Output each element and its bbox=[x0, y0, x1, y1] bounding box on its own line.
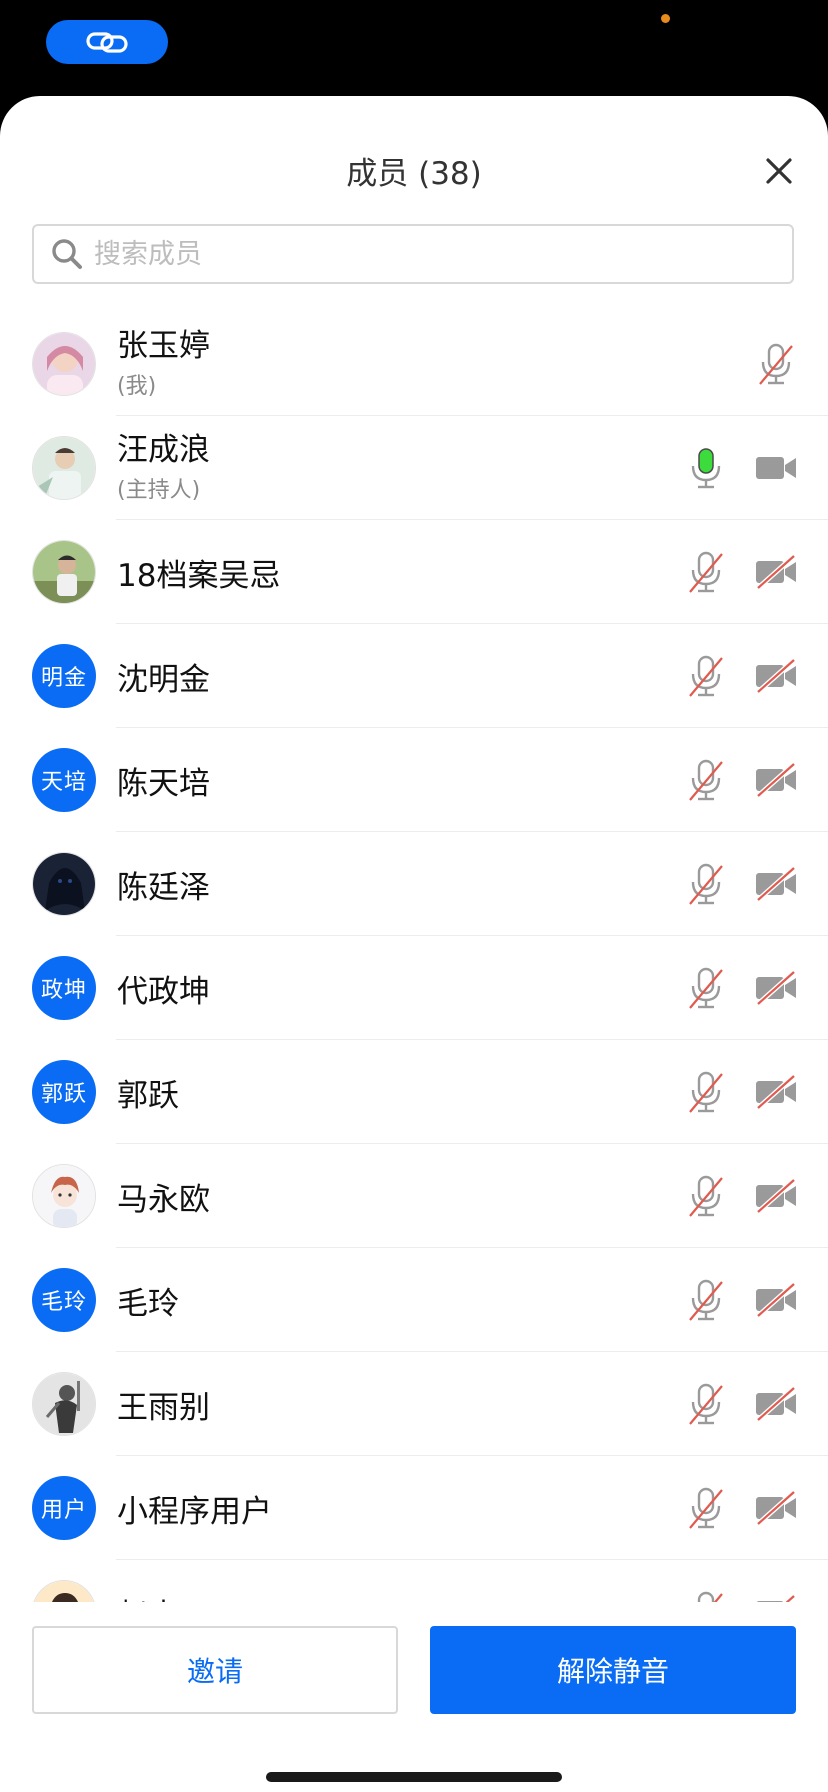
avatar bbox=[32, 1372, 96, 1436]
privacy-indicator-dot bbox=[661, 14, 670, 23]
member-row[interactable]: 天培 陈天培 bbox=[0, 728, 828, 832]
camera-off-icon[interactable] bbox=[752, 652, 800, 700]
link-icon bbox=[86, 32, 128, 53]
member-name: 陈廷泽 bbox=[117, 870, 210, 906]
camera-off-icon[interactable] bbox=[752, 1380, 800, 1428]
invite-button[interactable]: 邀请 bbox=[32, 1626, 398, 1714]
bottom-action-bar: 邀请 解除静音 bbox=[0, 1602, 828, 1792]
member-role: (我) bbox=[117, 374, 157, 399]
avatar: 明金 bbox=[32, 644, 96, 708]
camera-off-icon[interactable] bbox=[752, 548, 800, 596]
avatar: 郭跃 bbox=[32, 1060, 96, 1124]
member-name: 赵杰 bbox=[117, 1590, 179, 1602]
member-name: 汪成浪 bbox=[117, 432, 210, 468]
member-row[interactable]: 用户 小程序用户 bbox=[0, 1456, 828, 1560]
member-name: 郭跃 bbox=[117, 1078, 179, 1114]
avatar: 政坤 bbox=[32, 956, 96, 1020]
member-row[interactable]: 明金 沈明金 bbox=[0, 624, 828, 728]
avatar bbox=[32, 1580, 96, 1602]
page-title: 成员 (38) bbox=[346, 156, 482, 192]
member-name: 毛玲 bbox=[117, 1286, 179, 1322]
member-row[interactable]: 汪成浪 (主持人) bbox=[0, 416, 828, 520]
camera-off-icon[interactable] bbox=[752, 1068, 800, 1116]
mic-muted-icon[interactable] bbox=[682, 1588, 730, 1602]
mic-muted-icon[interactable] bbox=[682, 860, 730, 908]
mic-muted-icon[interactable] bbox=[682, 548, 730, 596]
members-sheet: 成员 (38) 张玉婷(我)汪成浪(主持人)18档案吴忌明金沈明金天培陈天培陈廷… bbox=[0, 96, 828, 1792]
camera-off-icon[interactable] bbox=[752, 1588, 800, 1602]
member-row[interactable]: 张玉婷 (我) bbox=[0, 312, 828, 416]
mic-muted-icon[interactable] bbox=[682, 652, 730, 700]
member-row[interactable]: 马永欧 bbox=[0, 1144, 828, 1248]
avatar bbox=[32, 540, 96, 604]
mic-muted-icon[interactable] bbox=[682, 1380, 730, 1428]
avatar: 用户 bbox=[32, 1476, 96, 1540]
member-row[interactable]: 政坤 代政坤 bbox=[0, 936, 828, 1040]
member-name: 18档案吴忌 bbox=[117, 558, 281, 594]
unmute-button[interactable]: 解除静音 bbox=[430, 1626, 796, 1714]
search-input[interactable] bbox=[92, 237, 792, 271]
mic-muted-icon[interactable] bbox=[682, 1068, 730, 1116]
member-row[interactable]: 毛玲 毛玲 bbox=[0, 1248, 828, 1352]
avatar bbox=[32, 332, 96, 396]
camera-off-icon[interactable] bbox=[752, 1276, 800, 1324]
member-row[interactable]: 陈廷泽 bbox=[0, 832, 828, 936]
avatar bbox=[32, 436, 96, 500]
mic-muted-icon[interactable] bbox=[682, 756, 730, 804]
member-name: 代政坤 bbox=[117, 974, 210, 1010]
home-indicator bbox=[266, 1772, 562, 1782]
member-row[interactable]: 18档案吴忌 bbox=[0, 520, 828, 624]
member-name: 王雨别 bbox=[117, 1390, 210, 1426]
search-box[interactable] bbox=[32, 224, 794, 284]
camera-off-icon[interactable] bbox=[752, 1484, 800, 1532]
member-list[interactable]: 张玉婷 (我) 汪成浪 (主持人) 18档案吴忌 明金 沈明金 天培 陈天培 陈廷泽 政坤 代政坤 郭跃… bbox=[0, 312, 828, 1602]
avatar bbox=[32, 852, 96, 916]
mic-muted-icon[interactable] bbox=[682, 1484, 730, 1532]
avatar: 毛玲 bbox=[32, 1268, 96, 1332]
member-role: (主持人) bbox=[117, 478, 201, 503]
member-name: 沈明金 bbox=[117, 662, 210, 698]
avatar: 天培 bbox=[32, 748, 96, 812]
member-name: 小程序用户 bbox=[117, 1494, 272, 1530]
member-name: 马永欧 bbox=[117, 1182, 210, 1218]
mic-muted-icon[interactable] bbox=[752, 340, 800, 388]
mic-muted-icon[interactable] bbox=[682, 964, 730, 1012]
avatar bbox=[32, 1164, 96, 1228]
member-name: 张玉婷 bbox=[117, 328, 210, 364]
member-row[interactable]: 郭跃 郭跃 bbox=[0, 1040, 828, 1144]
search-icon bbox=[52, 239, 82, 269]
camera-off-icon[interactable] bbox=[752, 860, 800, 908]
meeting-link-pill[interactable] bbox=[46, 20, 168, 64]
mic-active-icon[interactable] bbox=[682, 444, 730, 492]
camera-off-icon[interactable] bbox=[752, 964, 800, 1012]
camera-off-icon[interactable] bbox=[752, 756, 800, 804]
camera-off-icon[interactable] bbox=[752, 1172, 800, 1220]
member-name: 陈天培 bbox=[117, 766, 210, 802]
member-row[interactable]: 赵杰 bbox=[0, 1560, 828, 1602]
mic-muted-icon[interactable] bbox=[682, 1276, 730, 1324]
member-row[interactable]: 王雨别 bbox=[0, 1352, 828, 1456]
mic-muted-icon[interactable] bbox=[682, 1172, 730, 1220]
close-icon[interactable] bbox=[758, 150, 800, 192]
camera-on-icon[interactable] bbox=[752, 444, 800, 492]
